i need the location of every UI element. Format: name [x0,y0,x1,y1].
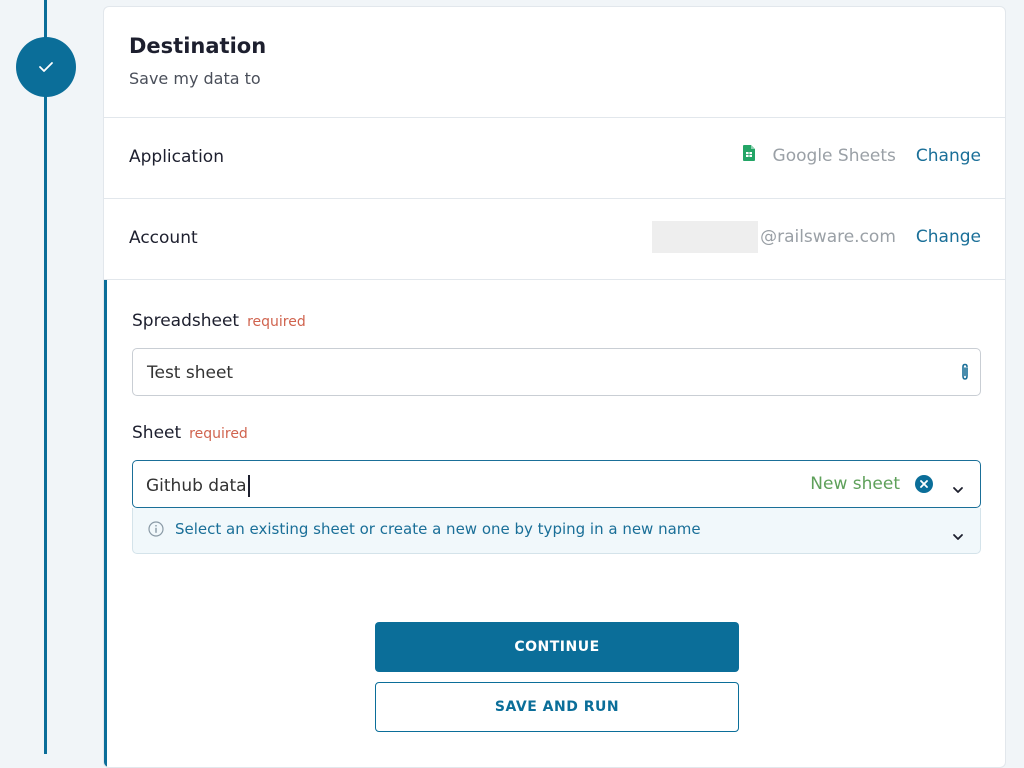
spreadsheet-required-tag: required [247,314,306,330]
clear-icon[interactable] [915,475,933,493]
redacted-email-user [652,221,759,253]
spreadsheet-field-label: Spreadsheet required [132,311,306,331]
destination-title: Destination [129,34,267,58]
save-and-run-button[interactable]: SAVE AND RUN [375,682,739,732]
paperclip-icon[interactable] [960,363,970,385]
continue-button[interactable]: CONTINUE [375,622,739,672]
google-sheets-icon [742,145,755,161]
destination-card: Destination Save my data to Application … [103,6,1006,768]
sheet-input-value: Github data [146,476,247,496]
spreadsheet-input-value: Test sheet [147,363,234,383]
sheet-required-tag: required [189,426,248,442]
change-account-link[interactable]: Change [916,227,981,247]
application-value: Google Sheets [772,146,896,166]
account-value: @railsware.com [760,227,896,247]
spreadsheet-input[interactable]: Test sheet [132,348,981,396]
sheet-hint-text: Select an existing sheet or create a new… [175,520,701,538]
step-complete-indicator [16,37,76,97]
sheet-hint: Select an existing sheet or create a new… [132,508,981,554]
destination-subtitle: Save my data to [129,69,261,88]
sheet-field-label: Sheet required [132,423,248,443]
text-cursor [247,475,250,497]
account-row: Account @railsware.com Change [104,199,1005,280]
info-icon [148,521,164,541]
chevron-down-icon[interactable] [952,479,964,498]
account-value-group: @railsware.com Change [652,221,981,253]
spreadsheet-label: Spreadsheet [132,311,240,331]
application-value-group: Google Sheets Change [742,145,981,166]
change-application-link[interactable]: Change [916,146,981,166]
chevron-down-icon[interactable] [952,526,964,545]
account-label: Account [129,228,198,248]
sheet-input[interactable]: Github data New sheet [132,460,981,508]
sheet-label: Sheet [132,423,182,443]
sheet-input-value-wrap: Github data [146,475,250,497]
step-timeline-line [44,0,47,754]
new-sheet-badge: New sheet [810,474,900,494]
check-icon [39,62,53,72]
destination-header: Destination Save my data to [104,7,1005,118]
application-row: Application Google Sheets Change [104,118,1005,199]
sheet-form: Spreadsheet required Test sheet Sheet requ… [104,280,1005,767]
application-label: Application [129,147,224,167]
